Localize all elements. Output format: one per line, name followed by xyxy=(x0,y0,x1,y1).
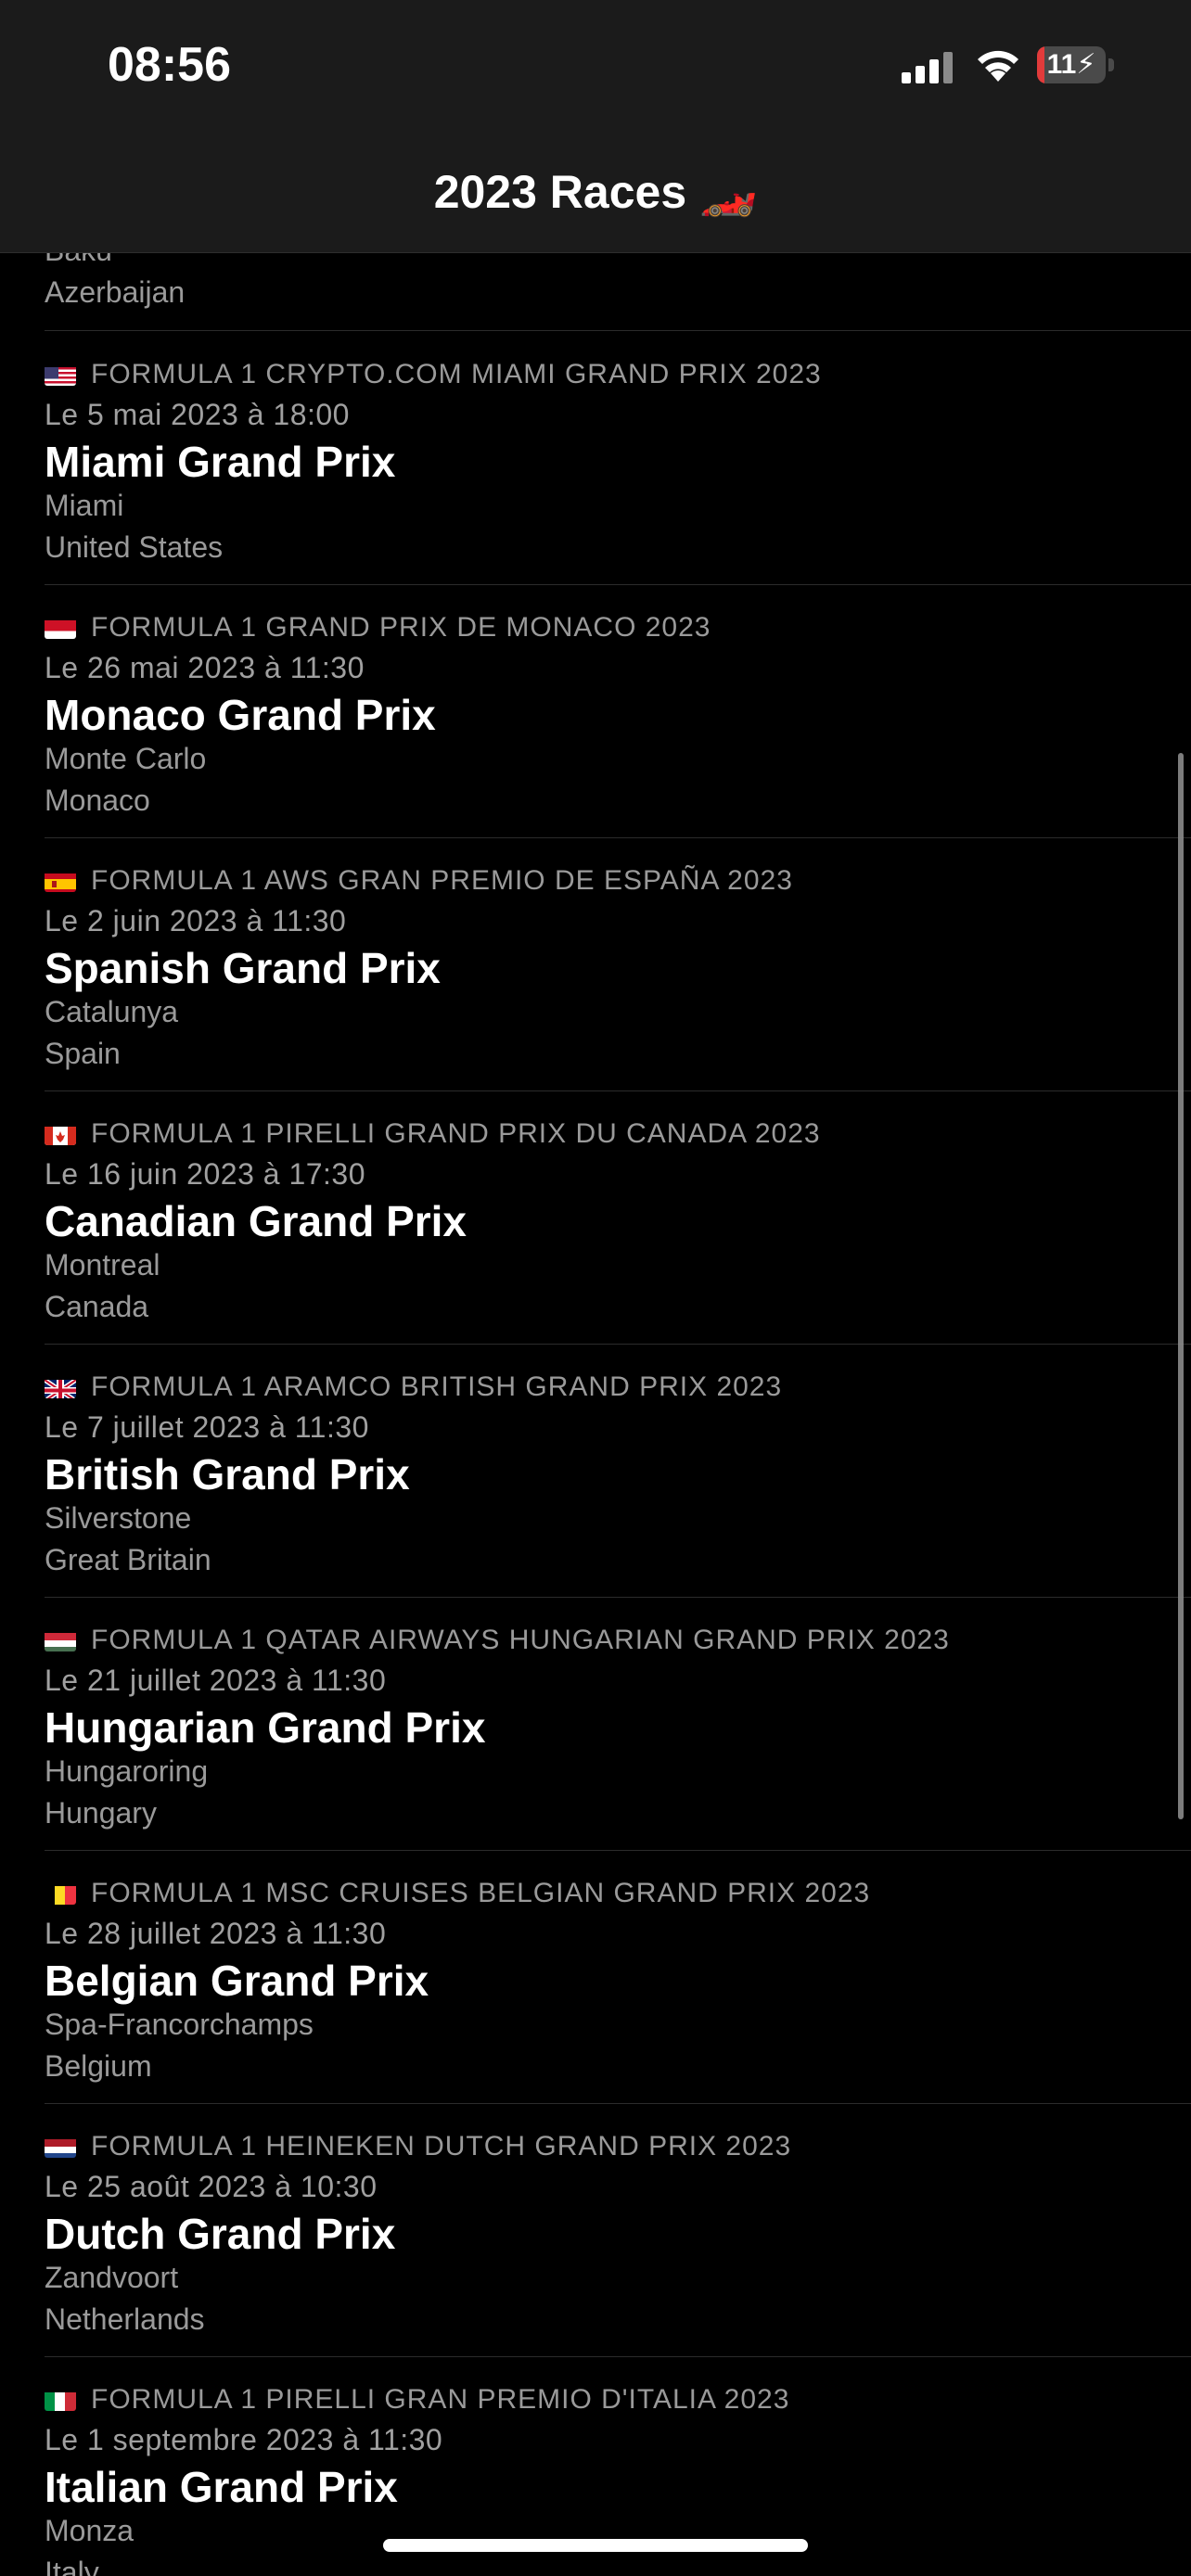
previous-race-country: Azerbaijan xyxy=(45,275,186,309)
race-official-name: FORMULA 1 CRYPTO.COM MIAMI GRAND PRIX 20… xyxy=(45,359,822,390)
race-official-name-text: FORMULA 1 AWS GRAN PREMIO DE ESPAÑA 2023 xyxy=(91,865,793,896)
flag-es-icon xyxy=(45,871,76,892)
race-row[interactable]: FORMULA 1 GRAND PRIX DE MONACO 2023 Le 26… xyxy=(0,584,1191,838)
race-official-name-text: FORMULA 1 MSC CRUISES BELGIAN GRAND PRIX… xyxy=(91,1878,871,1908)
race-date: Le 28 juillet 2023 à 11:30 xyxy=(45,1917,387,1950)
race-official-name-text: FORMULA 1 QATAR AIRWAYS HUNGARIAN GRAND … xyxy=(91,1625,950,1655)
race-country: Hungary xyxy=(45,1796,157,1830)
race-city: Monza xyxy=(45,2514,134,2547)
battery-icon: 11⚡︎ xyxy=(1037,46,1115,83)
race-city: Catalunya xyxy=(45,995,179,1028)
race-row[interactable]: FORMULA 1 PIRELLI GRAND PRIX DU CANADA 2… xyxy=(0,1090,1191,1345)
race-official-name-text: FORMULA 1 PIRELLI GRAN PREMIO D'ITALIA 2… xyxy=(91,2384,790,2415)
race-official-name: FORMULA 1 AWS GRAN PREMIO DE ESPAÑA 2023 xyxy=(45,865,793,897)
flag-be-icon xyxy=(45,1883,76,1905)
flag-hu-icon xyxy=(45,1630,76,1651)
race-name: Dutch Grand Prix xyxy=(45,2210,396,2258)
race-date: Le 7 juillet 2023 à 11:30 xyxy=(45,1410,369,1444)
race-city: Zandvoort xyxy=(45,2261,179,2294)
race-country: Canada xyxy=(45,1290,149,1323)
race-country: Great Britain xyxy=(45,1543,211,1576)
race-date: Le 26 mai 2023 à 11:30 xyxy=(45,651,365,684)
flag-nl-icon xyxy=(45,2136,76,2158)
battery-tip xyxy=(1108,58,1114,71)
race-official-name: FORMULA 1 GRAND PRIX DE MONACO 2023 xyxy=(45,612,711,644)
page-title: 2023 Races 🏎️ xyxy=(433,166,758,218)
race-name: Miami Grand Prix xyxy=(45,438,396,486)
race-official-name: FORMULA 1 ARAMCO BRITISH GRAND PRIX 2023 xyxy=(45,1371,782,1403)
race-official-name: FORMULA 1 QATAR AIRWAYS HUNGARIAN GRAND … xyxy=(45,1625,950,1656)
race-row[interactable]: FORMULA 1 CRYPTO.COM MIAMI GRAND PRIX 20… xyxy=(0,331,1191,585)
race-official-name-text: FORMULA 1 HEINEKEN DUTCH GRAND PRIX 2023 xyxy=(91,2131,792,2162)
race-name: Belgian Grand Prix xyxy=(45,1957,429,2005)
race-official-name: FORMULA 1 PIRELLI GRAND PRIX DU CANADA 2… xyxy=(45,1118,821,1150)
race-city: Monte Carlo xyxy=(45,742,207,775)
race-official-name: FORMULA 1 HEINEKEN DUTCH GRAND PRIX 2023 xyxy=(45,2131,791,2162)
race-row[interactable]: FORMULA 1 MSC CRUISES BELGIAN GRAND PRIX… xyxy=(0,1850,1191,2104)
race-official-name: FORMULA 1 MSC CRUISES BELGIAN GRAND PRIX… xyxy=(45,1878,870,1909)
race-date: Le 5 mai 2023 à 18:00 xyxy=(45,398,350,431)
race-date: Le 2 juin 2023 à 11:30 xyxy=(45,904,347,937)
race-date: Le 25 août 2023 à 10:30 xyxy=(45,2170,378,2203)
race-official-name-text: FORMULA 1 PIRELLI GRAND PRIX DU CANADA 2… xyxy=(91,1118,821,1149)
race-city: Spa-Francorchamps xyxy=(45,2008,314,2041)
flag-it-icon xyxy=(45,2390,76,2411)
race-name: British Grand Prix xyxy=(45,1450,410,1498)
race-date: Le 21 juillet 2023 à 11:30 xyxy=(45,1664,387,1697)
battery-body: 11⚡︎ xyxy=(1037,46,1106,83)
race-country: United States xyxy=(45,530,224,564)
race-official-name: FORMULA 1 PIRELLI GRAN PREMIO D'ITALIA 2… xyxy=(45,2384,789,2416)
wifi-icon xyxy=(978,50,1018,82)
flag-gb-icon xyxy=(45,1377,76,1398)
battery-percent: 11⚡︎ xyxy=(1046,49,1096,80)
race-country: Italy xyxy=(45,2556,99,2576)
race-country: Monaco xyxy=(45,784,150,817)
race-country: Spain xyxy=(45,1037,121,1070)
race-official-name-text: FORMULA 1 ARAMCO BRITISH GRAND PRIX 2023 xyxy=(91,1371,783,1402)
status-time: 08:56 xyxy=(108,38,231,92)
race-row[interactable]: FORMULA 1 ARAMCO BRITISH GRAND PRIX 2023… xyxy=(0,1344,1191,1598)
cellular-signal-icon xyxy=(902,52,953,83)
flag-us-icon xyxy=(45,364,76,386)
race-official-name-text: FORMULA 1 CRYPTO.COM MIAMI GRAND PRIX 20… xyxy=(91,359,822,389)
race-date: Le 1 septembre 2023 à 11:30 xyxy=(45,2423,443,2456)
race-row[interactable]: FORMULA 1 HEINEKEN DUTCH GRAND PRIX 2023… xyxy=(0,2103,1191,2357)
scroll-indicator[interactable] xyxy=(1178,753,1184,1819)
race-city: Miami xyxy=(45,489,124,522)
race-official-name-text: FORMULA 1 GRAND PRIX DE MONACO 2023 xyxy=(91,612,711,643)
race-name: Hungarian Grand Prix xyxy=(45,1703,486,1752)
top-bar: 08:56 11⚡︎ 2023 Races 🏎️ xyxy=(0,0,1191,253)
screen: Baku Azerbaijan FORMULA 1 CRYPTO.COM MIA… xyxy=(0,0,1191,2576)
flag-ca-icon xyxy=(45,1124,76,1145)
race-row[interactable]: FORMULA 1 AWS GRAN PREMIO DE ESPAÑA 2023… xyxy=(0,837,1191,1091)
home-indicator[interactable] xyxy=(383,2539,808,2552)
race-country: Netherlands xyxy=(45,2302,205,2336)
race-city: Hungaroring xyxy=(45,1754,209,1788)
race-name: Canadian Grand Prix xyxy=(45,1197,467,1245)
race-name: Spanish Grand Prix xyxy=(45,944,441,992)
race-row[interactable]: FORMULA 1 QATAR AIRWAYS HUNGARIAN GRAND … xyxy=(0,1597,1191,1851)
race-city: Montreal xyxy=(45,1248,160,1282)
race-name: Italian Grand Prix xyxy=(45,2463,398,2511)
race-date: Le 16 juin 2023 à 17:30 xyxy=(45,1157,366,1191)
race-name: Monaco Grand Prix xyxy=(45,691,436,739)
race-country: Belgium xyxy=(45,2049,152,2083)
race-city: Silverstone xyxy=(45,1501,192,1535)
flag-mc-icon xyxy=(45,618,76,639)
